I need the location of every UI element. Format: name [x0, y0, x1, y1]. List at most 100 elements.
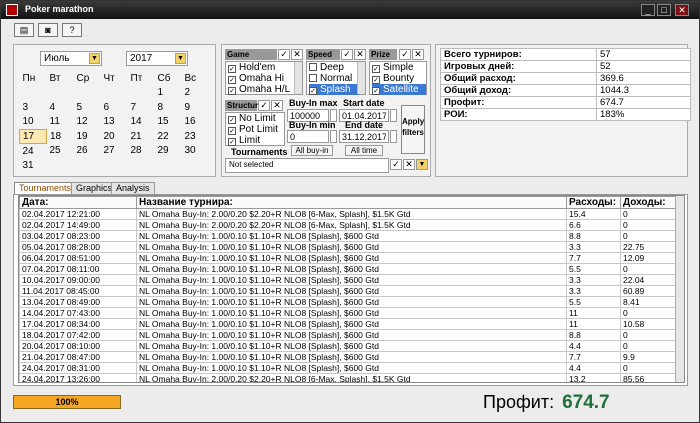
calendar-day[interactable]: 13	[101, 115, 128, 130]
structure-option[interactable]: ✓ No Limit	[228, 113, 276, 124]
table-row[interactable]: 10.04.2017 09:00:00 NL Omaha Buy-In: 1.00…	[19, 274, 677, 286]
checkbox[interactable]: ✓	[228, 127, 236, 135]
table-row[interactable]: 02.04.2017 12:21:00 NL Omaha Buy-In: 2.00…	[19, 208, 677, 220]
checkbox[interactable]: ✓	[228, 116, 236, 124]
calendar-day[interactable]: 27	[101, 144, 128, 159]
calendar-day[interactable]: 30	[182, 144, 209, 159]
structure-clear-button[interactable]: ✕	[271, 100, 283, 111]
calendar-day[interactable]: 5	[74, 100, 101, 115]
game-clear-button[interactable]: ✕	[291, 49, 303, 60]
checkbox[interactable]: ✓	[372, 65, 380, 73]
tab-analysis[interactable]: Analysis	[111, 182, 155, 194]
calendar-day[interactable]: 15	[155, 115, 182, 130]
game-scrollbar[interactable]	[294, 62, 302, 94]
checkbox[interactable]: ✓	[309, 87, 317, 95]
column-header[interactable]: Расходы:	[566, 196, 621, 209]
prize-option[interactable]: ✓ Simple	[372, 62, 426, 73]
speed-scrollbar[interactable]	[357, 62, 365, 94]
checkbox[interactable]	[309, 63, 317, 71]
checkbox[interactable]: ✓	[228, 87, 236, 95]
calendar-day[interactable]: 1	[155, 86, 182, 101]
buyin-min-input[interactable]	[287, 130, 329, 143]
calendar-day[interactable]: 26	[74, 144, 101, 159]
table-row[interactable]: 02.04.2017 14:49:00 NL Omaha Buy-In: 2.00…	[19, 219, 677, 231]
game-option[interactable]: ✓ Omaha H/L	[228, 84, 290, 95]
calendar-day[interactable]: 14	[128, 115, 155, 130]
checkbox[interactable]: ✓	[228, 76, 236, 84]
structure-check-all-button[interactable]: ✓	[258, 100, 270, 111]
game-listbox[interactable]: ✓ Hold'em ✓ Omaha Hi ✓ Omaha H/L	[225, 61, 303, 95]
calendar-day[interactable]: 10	[20, 115, 47, 130]
table-row[interactable]: 21.04.2017 08:47:00 NL Omaha Buy-In: 1.00…	[19, 351, 677, 363]
structure-listbox[interactable]: ✓ No Limit ✓ Pot Limit ✓ Limit	[225, 112, 285, 146]
table-row[interactable]: 07.04.2017 08:11:00 NL Omaha Buy-In: 1.00…	[19, 263, 677, 275]
end-date-input[interactable]	[339, 130, 389, 143]
column-header[interactable]: Название турнира:	[136, 196, 567, 209]
speed-check-all-button[interactable]: ✓	[341, 49, 353, 60]
column-header[interactable]: Дата:	[19, 196, 137, 209]
apply-filters-button[interactable]: Apply filters	[401, 105, 425, 154]
prize-check-all-button[interactable]: ✓	[399, 49, 411, 60]
game-option[interactable]: ✓ Hold'em	[228, 62, 275, 73]
checkbox[interactable]: ✓	[228, 138, 236, 146]
minimize-icon[interactable]: _	[641, 4, 655, 16]
prize-option[interactable]: ✓ Satellite	[372, 84, 426, 95]
month-select[interactable]: Июль ▼	[40, 51, 102, 66]
table-row[interactable]: 14.04.2017 07:43:00 NL Omaha Buy-In: 1.00…	[19, 307, 677, 319]
calendar-day[interactable]: 12	[74, 115, 101, 130]
table-row[interactable]: 24.04.2017 13:26:00 NL Omaha Buy-In: 2.00…	[19, 373, 677, 382]
calendar-day[interactable]: 24	[20, 144, 47, 159]
end-date-picker[interactable]	[390, 130, 397, 143]
tournaments-check-button[interactable]: ✓	[390, 159, 402, 170]
table-row[interactable]: 24.04.2017 08:31:00 NL Omaha Buy-In: 1.00…	[19, 362, 677, 374]
prize-listbox[interactable]: ✓ Simple ✓ Bounty ✓ Satellite	[369, 61, 427, 95]
start-date-picker[interactable]	[390, 109, 397, 122]
calendar-day[interactable]: 19	[74, 129, 101, 144]
checkbox[interactable]: ✓	[372, 87, 380, 95]
calendar-day[interactable]: 16	[182, 115, 209, 130]
grid-scrollbar[interactable]	[675, 196, 684, 382]
calendar-day[interactable]: 2	[182, 86, 209, 101]
calendar-day[interactable]: 18	[47, 129, 74, 144]
speed-listbox[interactable]: Deep Normal ✓ Splash	[306, 61, 366, 95]
all-buyin-button[interactable]: All buy-in	[291, 145, 333, 156]
structure-option[interactable]: ✓ Pot Limit	[228, 124, 278, 135]
structure-option[interactable]: ✓ Limit	[228, 135, 260, 146]
prize-option[interactable]: ✓ Bounty	[372, 73, 426, 84]
calendar-day[interactable]: 6	[101, 100, 128, 115]
game-option[interactable]: ✓ Omaha Hi	[228, 73, 284, 84]
calendar-day[interactable]: 4	[47, 100, 74, 115]
all-time-button[interactable]: All time	[345, 145, 383, 156]
checkbox[interactable]: ✓	[228, 65, 236, 73]
calendar-day[interactable]: 11	[47, 115, 74, 130]
chevron-down-icon[interactable]: ▼	[416, 159, 428, 170]
calendar-day[interactable]: 23	[182, 129, 209, 144]
table-row[interactable]: 13.04.2017 08:49:00 NL Omaha Buy-In: 1.00…	[19, 296, 677, 308]
calendar-day[interactable]: 29	[155, 144, 182, 159]
calendar-day[interactable]: 7	[128, 100, 155, 115]
tournaments-clear-button[interactable]: ✕	[403, 159, 415, 170]
calendar-day[interactable]: 9	[182, 100, 209, 115]
table-row[interactable]: 20.04.2017 08:10:00 NL Omaha Buy-In: 1.00…	[19, 340, 677, 352]
calendar-day[interactable]: 3	[20, 100, 47, 115]
calendar-day[interactable]: 21	[128, 129, 155, 144]
table-row[interactable]: 06.04.2017 08:51:00 NL Omaha Buy-In: 1.00…	[19, 252, 677, 264]
calendar-day[interactable]: 20	[101, 129, 128, 144]
checkbox[interactable]: ✓	[372, 76, 380, 84]
table-row[interactable]: 03.04.2017 08:23:00 NL Omaha Buy-In: 1.00…	[19, 230, 677, 242]
table-row[interactable]: 05.04.2017 08:28:00 NL Omaha Buy-In: 1.00…	[19, 241, 677, 253]
calendar-day[interactable]: 31	[20, 158, 47, 173]
calendar-day[interactable]: 22	[155, 129, 182, 144]
speed-option[interactable]: ✓ Splash	[309, 84, 359, 95]
prize-clear-button[interactable]: ✕	[412, 49, 424, 60]
year-select[interactable]: 2017 ▼	[126, 51, 188, 66]
speed-option[interactable]: Deep	[309, 62, 359, 73]
checkbox[interactable]	[309, 74, 317, 82]
database-button[interactable]: ▤	[14, 23, 34, 37]
calendar-day[interactable]: 25	[47, 144, 74, 159]
column-header[interactable]: Доходы:	[620, 196, 677, 209]
calendar-day[interactable]: 17	[19, 128, 47, 144]
speed-clear-button[interactable]: ✕	[354, 49, 366, 60]
help-button[interactable]: ?	[62, 23, 82, 37]
game-check-all-button[interactable]: ✓	[278, 49, 290, 60]
